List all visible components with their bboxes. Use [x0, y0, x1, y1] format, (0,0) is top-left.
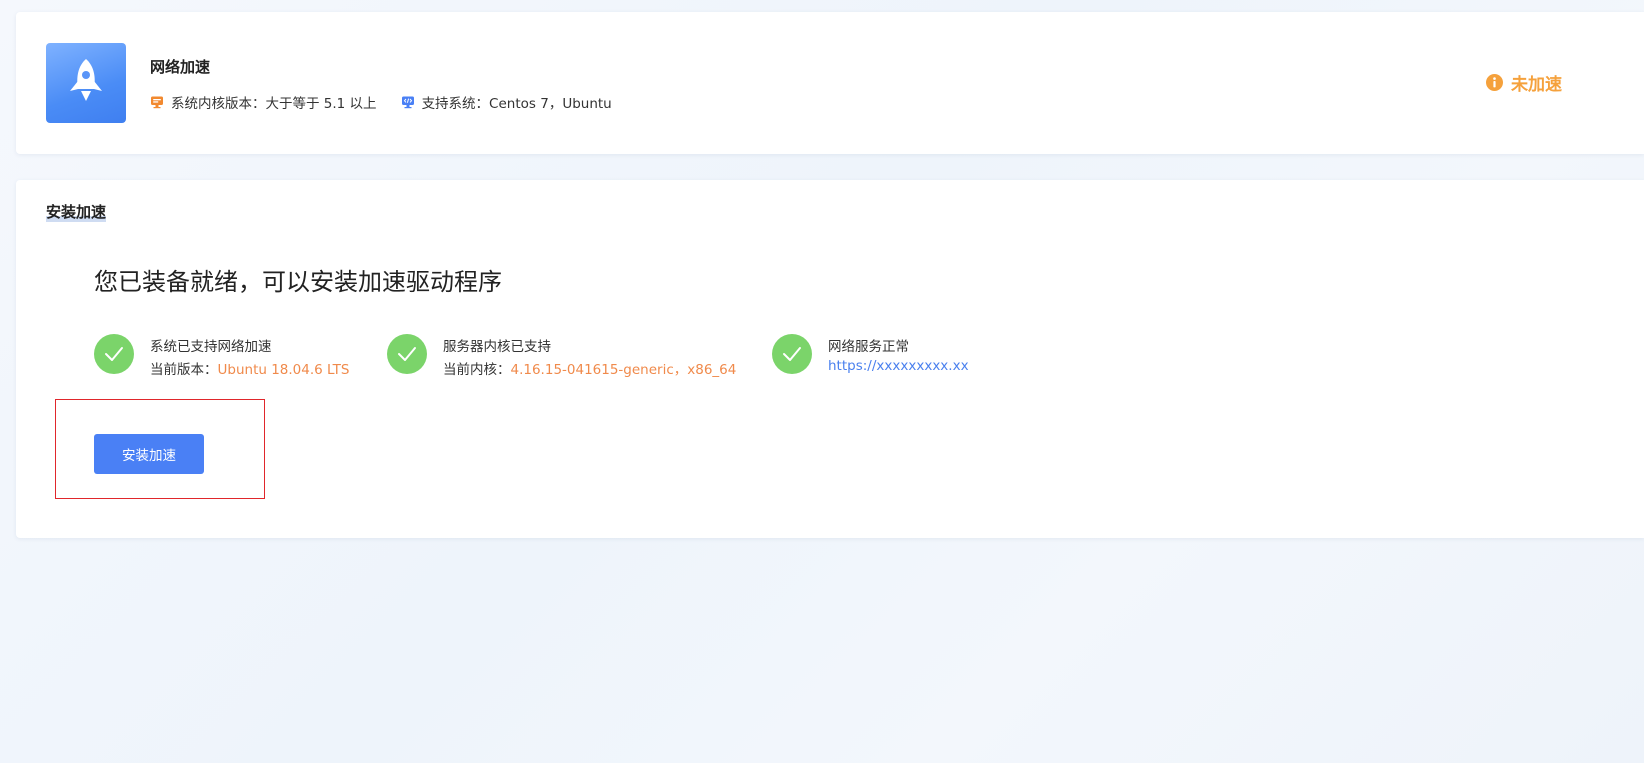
check-detail-label: 当前内核：: [443, 362, 511, 378]
kernel-requirement: 系统内核版本：大于等于 5.1 以上: [150, 92, 377, 112]
current-version-value: Ubuntu 18.04.6 LTS: [217, 362, 350, 378]
acceleration-status: 未加速: [1486, 70, 1562, 95]
kernel-requirement-label: 系统内核版本：大于等于 5.1 以上: [171, 96, 377, 112]
rocket-icon: [46, 43, 126, 123]
check-circle-icon: [94, 334, 134, 374]
status-label: 未加速: [1511, 75, 1562, 95]
server-icon: [151, 96, 163, 109]
app-info-card: 网络加速 系统内核版本：大于等于 5.1 以上 支持系统：Centos 7，Ub…: [16, 12, 1644, 154]
ready-title: 您已装备就绪，可以安装加速驱动程序: [94, 268, 502, 296]
install-card: 安装加速 您已装备就绪，可以安装加速驱动程序 系统已支持网络加速 当前版本：Ub…: [16, 180, 1644, 538]
service-url-link[interactable]: https://xxxxxxxxx.xx: [828, 358, 969, 374]
app-title: 网络加速: [150, 58, 211, 76]
check-circle-icon: [387, 334, 427, 374]
check-detail: https://xxxxxxxxx.xx: [828, 358, 969, 374]
check-detail: 当前内核：4.16.15-041615-generic，x86_64: [443, 358, 736, 378]
current-kernel-value: 4.16.15-041615-generic，x86_64: [510, 362, 737, 378]
check-title: 服务器内核已支持: [443, 339, 551, 355]
app-meta: 系统内核版本：大于等于 5.1 以上 支持系统：Centos 7，Ubuntu: [150, 92, 612, 112]
monitor-code-icon: [401, 96, 414, 109]
check-title: 网络服务正常: [828, 339, 909, 355]
supported-systems-label: 支持系统：Centos 7，Ubuntu: [421, 96, 612, 112]
check-detail-label: 当前版本：: [150, 362, 218, 378]
supported-systems: 支持系统：Centos 7，Ubuntu: [401, 92, 612, 112]
check-detail: 当前版本：Ubuntu 18.04.6 LTS: [150, 358, 350, 378]
info-icon: [1486, 74, 1503, 91]
highlight-box: [55, 399, 265, 499]
section-title: 安装加速: [46, 202, 107, 222]
check-circle-icon: [772, 334, 812, 374]
check-title: 系统已支持网络加速: [150, 339, 272, 355]
